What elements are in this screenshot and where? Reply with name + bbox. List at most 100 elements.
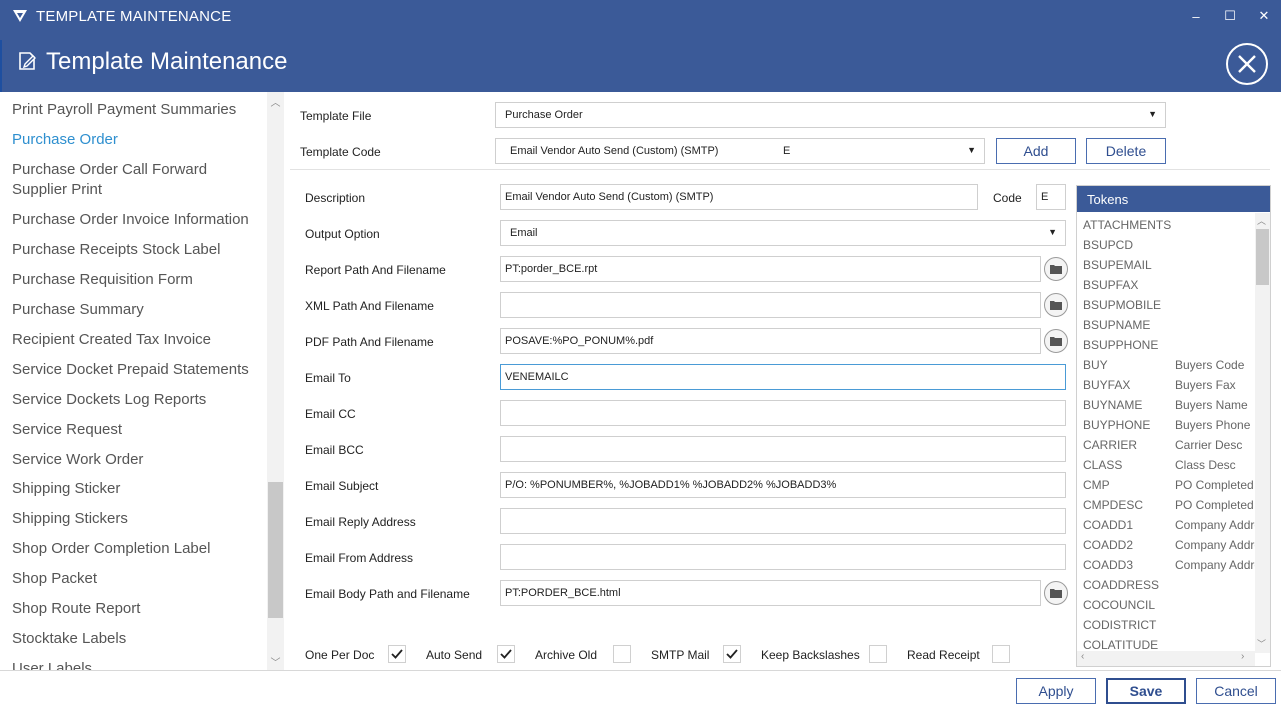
sidebar-item[interactable]: Purchase Order Call Forward Supplier Pri… bbox=[12, 160, 262, 200]
code-input[interactable]: E bbox=[1036, 184, 1066, 210]
sidebar-item[interactable]: Shop Order Completion Label bbox=[12, 539, 262, 559]
token-row[interactable]: BSUPEMAIL bbox=[1077, 255, 1255, 275]
add-button[interactable]: Add bbox=[996, 138, 1076, 164]
cancel-button[interactable]: Cancel bbox=[1196, 678, 1276, 704]
scrollbar-thumb[interactable] bbox=[1256, 229, 1269, 285]
token-row[interactable]: BSUPCD bbox=[1077, 235, 1255, 255]
pdf-browse-button[interactable] bbox=[1044, 329, 1068, 353]
token-row[interactable]: BUYFAX Buyers Fax bbox=[1077, 375, 1255, 395]
pdf-path-input[interactable]: POSAVE:%PO_PONUM%.pdf bbox=[500, 328, 1041, 354]
token-row[interactable]: BSUPFAX bbox=[1077, 275, 1255, 295]
keep-backslashes-checkbox[interactable] bbox=[869, 645, 887, 663]
report-path-input[interactable]: PT:porder_BCE.rpt bbox=[500, 256, 1041, 282]
close-page-button[interactable] bbox=[1226, 43, 1268, 85]
auto-send-checkbox[interactable] bbox=[497, 645, 515, 663]
sidebar-item[interactable]: Purchase Order Invoice Information bbox=[12, 210, 262, 230]
token-row[interactable]: COCOUNCIL bbox=[1077, 595, 1255, 615]
token-row[interactable]: ATTACHMENTS bbox=[1077, 215, 1255, 235]
tokens-scrollbar[interactable]: ︿ ﹀ bbox=[1255, 213, 1270, 653]
sidebar-item[interactable]: User Labels bbox=[12, 659, 262, 670]
token-row[interactable]: BUY Buyers Code bbox=[1077, 355, 1255, 375]
email-body-input[interactable]: PT:PORDER_BCE.html bbox=[500, 580, 1041, 606]
email-to-input[interactable]: VENEMAILC bbox=[500, 364, 1066, 390]
template-code-suffix: E bbox=[783, 145, 791, 157]
scroll-down-icon[interactable]: ﹀ bbox=[267, 654, 284, 669]
token-row[interactable]: COADD3 Company Address bbox=[1077, 555, 1255, 575]
report-browse-button[interactable] bbox=[1044, 257, 1068, 281]
footer-divider bbox=[0, 670, 1281, 671]
sidebar-item[interactable]: Service Dockets Log Reports bbox=[12, 390, 262, 410]
token-row[interactable]: COADD2 Company Address bbox=[1077, 535, 1255, 555]
token-code: COADD1 bbox=[1083, 518, 1134, 532]
token-row[interactable]: BUYPHONE Buyers Phone bbox=[1077, 415, 1255, 435]
folder-icon bbox=[1050, 265, 1062, 274]
sidebar-item[interactable]: Shop Route Report bbox=[12, 599, 262, 619]
sidebar-item[interactable]: Service Work Order bbox=[12, 450, 262, 470]
scroll-down-icon[interactable]: ﹀ bbox=[1257, 637, 1266, 650]
token-row[interactable]: BUYNAME Buyers Name bbox=[1077, 395, 1255, 415]
sidebar-item[interactable]: Shop Packet bbox=[12, 569, 262, 589]
output-option-select[interactable]: Email ▼ bbox=[500, 220, 1066, 246]
sidebar-item[interactable]: Stocktake Labels bbox=[12, 629, 262, 649]
token-row[interactable]: COADD1 Company Address bbox=[1077, 515, 1255, 535]
token-description: Company Address bbox=[1175, 518, 1255, 532]
email-cc-input[interactable] bbox=[500, 400, 1066, 426]
minimize-button[interactable]: – bbox=[1178, 0, 1214, 32]
sidebar-item[interactable]: Shipping Stickers bbox=[12, 509, 262, 529]
delete-button[interactable]: Delete bbox=[1086, 138, 1166, 164]
token-row[interactable]: BSUPMOBILE bbox=[1077, 295, 1255, 315]
output-option-value: Email bbox=[510, 227, 538, 239]
scroll-right-icon[interactable]: › bbox=[1241, 651, 1244, 662]
scroll-up-icon[interactable]: ︿ bbox=[1257, 214, 1266, 227]
sidebar-item[interactable]: Purchase Requisition Form bbox=[12, 270, 262, 290]
template-code-select[interactable]: Email Vendor Auto Send (Custom) (SMTP) E… bbox=[495, 138, 985, 164]
token-code: COLATITUDE bbox=[1083, 638, 1159, 652]
sidebar-item[interactable]: Purchase Receipts Stock Label bbox=[12, 240, 262, 260]
window-close-button[interactable]: ✕ bbox=[1246, 0, 1281, 32]
token-code: BSUPFAX bbox=[1083, 278, 1139, 292]
tokens-hscrollbar[interactable]: ‹ › bbox=[1077, 651, 1255, 666]
token-code: BSUPNAME bbox=[1083, 318, 1151, 332]
code-label: Code bbox=[993, 191, 1022, 205]
scroll-up-icon[interactable]: ︿ bbox=[267, 94, 284, 109]
token-code: CLASS bbox=[1083, 458, 1123, 472]
maximize-button[interactable]: ☐ bbox=[1212, 0, 1248, 32]
token-row[interactable]: BSUPNAME bbox=[1077, 315, 1255, 335]
sidebar-item[interactable]: Print Payroll Payment Summaries bbox=[12, 100, 262, 120]
token-row[interactable]: CARRIER Carrier Desc bbox=[1077, 435, 1255, 455]
body-browse-button[interactable] bbox=[1044, 581, 1068, 605]
email-cc-label: Email CC bbox=[305, 407, 356, 421]
token-row[interactable]: CMP PO Completed bbox=[1077, 475, 1255, 495]
sidebar-item[interactable]: Service Request bbox=[12, 420, 262, 440]
sidebar-item[interactable]: Service Docket Prepaid Statements bbox=[12, 360, 262, 380]
token-row[interactable]: CODISTRICT bbox=[1077, 615, 1255, 635]
email-reply-input[interactable] bbox=[500, 508, 1066, 534]
email-bcc-input[interactable] bbox=[500, 436, 1066, 462]
sidebar-item[interactable]: Shipping Sticker bbox=[12, 479, 262, 499]
template-file-select[interactable]: Purchase Order ▼ bbox=[495, 102, 1166, 128]
email-from-input[interactable] bbox=[500, 544, 1066, 570]
token-row[interactable]: BSUPPHONE bbox=[1077, 335, 1255, 355]
save-button[interactable]: Save bbox=[1106, 678, 1186, 704]
smtp-mail-checkbox[interactable] bbox=[723, 645, 741, 663]
email-subject-input[interactable]: P/O: %PONUMBER%, %JOBADD1% %JOBADD2% %JO… bbox=[500, 472, 1066, 498]
scroll-left-icon[interactable]: ‹ bbox=[1081, 651, 1084, 662]
one-per-doc-checkbox[interactable] bbox=[388, 645, 406, 663]
xml-path-input[interactable] bbox=[500, 292, 1041, 318]
read-receipt-checkbox[interactable] bbox=[992, 645, 1010, 663]
sidebar-item[interactable]: Purchase Summary bbox=[12, 300, 262, 320]
xml-browse-button[interactable] bbox=[1044, 293, 1068, 317]
token-row[interactable]: CLASS Class Desc bbox=[1077, 455, 1255, 475]
scrollbar-thumb[interactable] bbox=[268, 482, 283, 618]
sidebar-scrollbar[interactable]: ︿ ﹀ bbox=[267, 92, 284, 670]
sidebar-item-purchase-order[interactable]: Purchase Order bbox=[12, 130, 262, 150]
apply-button[interactable]: Apply bbox=[1016, 678, 1096, 704]
sidebar-item[interactable]: Recipient Created Tax Invoice bbox=[12, 330, 262, 350]
token-description: Buyers Name bbox=[1175, 398, 1248, 412]
template-code-value: Email Vendor Auto Send (Custom) (SMTP) bbox=[510, 145, 719, 157]
token-row[interactable]: COADDRESS bbox=[1077, 575, 1255, 595]
archive-old-checkbox[interactable] bbox=[613, 645, 631, 663]
description-input[interactable]: Email Vendor Auto Send (Custom) (SMTP) bbox=[500, 184, 978, 210]
token-code: BUYNAME bbox=[1083, 398, 1143, 412]
token-row[interactable]: CMPDESC PO Completed bbox=[1077, 495, 1255, 515]
